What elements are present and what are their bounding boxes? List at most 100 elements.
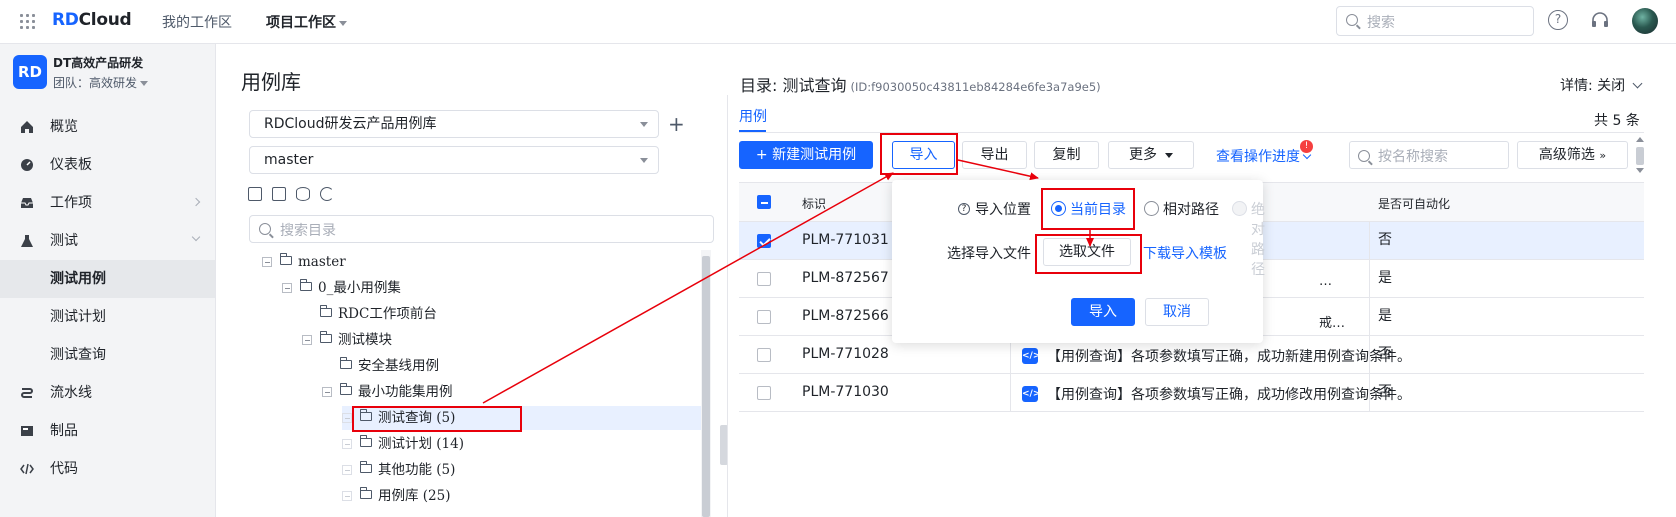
tree-node[interactable]: master	[262, 250, 346, 274]
sidebar-item-test-queries[interactable]: 测试查询	[0, 336, 215, 374]
radio-absolute-path-label: 绝对路径	[1251, 202, 1265, 278]
add-library-button[interactable]: +	[668, 112, 685, 136]
chevron-down-icon	[640, 122, 648, 127]
sidebar-item-pipeline[interactable]: 流水线	[0, 374, 215, 412]
export-button[interactable]: 导出	[962, 141, 1027, 169]
row-checkbox[interactable]	[757, 310, 771, 324]
collapse-icon[interactable]	[322, 386, 332, 397]
table-row[interactable]: PLM-771030 </> 【用例查询】各项参数填写正确，成功修改用例查询条件…	[739, 374, 1644, 412]
leaf-icon	[342, 412, 352, 423]
folder-icon	[360, 435, 372, 447]
dashboard-icon	[21, 159, 33, 171]
double-chevron-down-icon: »	[1599, 149, 1607, 162]
sidebar: RD DT高效产品研发 团队：高效研发 概览 仪表板 工作项 测试 测试用例 测…	[0, 44, 216, 517]
row-checkbox[interactable]	[757, 272, 771, 286]
add-folder-icon[interactable]	[248, 187, 262, 201]
tree-node[interactable]: 安全基线用例	[322, 354, 439, 378]
new-test-case-button[interactable]: + 新建测试用例	[739, 141, 873, 169]
pipeline-icon	[21, 388, 33, 398]
column-header-automatable[interactable]: 是否可自动化	[1378, 195, 1450, 212]
tree-scrollbar[interactable]	[701, 250, 711, 517]
collapse-icon[interactable]	[262, 256, 272, 267]
chevron-down-icon	[640, 158, 648, 163]
sidebar-item-test-cases[interactable]: 测试用例	[0, 260, 215, 298]
flask-icon	[21, 235, 33, 247]
sidebar-item-code[interactable]: 代码	[0, 450, 215, 488]
row-checkbox[interactable]	[757, 234, 771, 248]
confirm-import-button[interactable]: 导入	[1071, 298, 1135, 326]
tree-node[interactable]: 测试模块	[302, 328, 392, 352]
radio-current-directory[interactable]	[1051, 201, 1066, 216]
directory-search-input[interactable]: 搜索目录	[249, 215, 714, 243]
team-selector[interactable]: 团队：高效研发	[53, 74, 149, 91]
directory-title: 目录: 测试查询 (ID:f9030050c43811eb84284e6fe3a7…	[740, 76, 1101, 95]
more-button[interactable]: 更多	[1108, 141, 1194, 169]
view-progress-link[interactable]: 查看操作进度	[1216, 146, 1312, 166]
copy-button[interactable]: 复制	[1034, 141, 1099, 169]
nav-my-workspace[interactable]: 我的工作区	[162, 12, 232, 32]
library-select[interactable]: RDCloud研发云产品用例库	[249, 110, 659, 138]
copy-folder-icon[interactable]	[272, 187, 286, 201]
tree-node[interactable]: 用例库 (25)	[342, 484, 451, 508]
refresh-icon[interactable]	[320, 187, 334, 201]
folder-icon	[340, 383, 352, 395]
leaf-icon	[342, 438, 352, 449]
folder-icon	[360, 409, 372, 421]
tree-node[interactable]: 测试计划 (14)	[342, 432, 464, 456]
name-search-input[interactable]: 按名称搜索	[1349, 141, 1509, 169]
help-icon[interactable]: ?	[1548, 10, 1568, 30]
select-all-checkbox[interactable]	[757, 195, 771, 209]
branch-select[interactable]: master	[249, 146, 659, 174]
sidebar-item-workitems[interactable]: 工作项	[0, 184, 215, 222]
download-template-link[interactable]: 下载导入模板	[1143, 243, 1227, 263]
import-button[interactable]: 导入	[892, 141, 955, 169]
headset-icon[interactable]	[1590, 10, 1610, 30]
choose-file-button[interactable]: 选取文件	[1043, 238, 1131, 266]
project-logo[interactable]: RD	[13, 55, 47, 89]
search-icon	[1358, 150, 1370, 162]
tab-cases[interactable]: 用例	[739, 106, 767, 126]
sidebar-item-artifacts[interactable]: 制品	[0, 412, 215, 450]
cancel-button[interactable]: 取消	[1145, 298, 1209, 326]
search-icon	[1346, 14, 1358, 26]
sidebar-item-test[interactable]: 测试	[0, 222, 215, 260]
question-icon: ?	[958, 203, 970, 215]
rdcloud-logo[interactable]: RDCloud	[52, 10, 132, 30]
row-checkbox[interactable]	[757, 386, 771, 400]
collapse-icon[interactable]	[282, 282, 292, 293]
leaf-icon	[342, 464, 352, 475]
tree-node[interactable]: 最小功能集用例	[322, 380, 453, 404]
tree-node[interactable]: 0_最小用例集	[282, 276, 401, 300]
sidebar-item-dashboard[interactable]: 仪表板	[0, 146, 215, 184]
user-avatar[interactable]	[1632, 8, 1658, 34]
sidebar-item-test-plans[interactable]: 测试计划	[0, 298, 215, 336]
folder-icon	[340, 357, 352, 369]
radio-relative-path[interactable]	[1144, 201, 1159, 216]
directory-tree: master 0_最小用例集 RDC工作项前台 测试模块 安全基线用例 最小功能…	[249, 250, 705, 517]
database-icon[interactable]	[296, 187, 310, 201]
chevron-down-icon	[1632, 78, 1643, 89]
tree-node[interactable]: 其他功能 (5)	[342, 458, 455, 482]
nav-project-workspace[interactable]: 项目工作区	[266, 12, 347, 32]
list-scrollbar[interactable]	[1636, 137, 1644, 173]
library-title: 用例库	[241, 70, 301, 94]
chevron-down-icon	[191, 232, 201, 242]
column-header-id[interactable]: 标识	[802, 195, 826, 212]
advanced-filter-button[interactable]: 高级筛选 »	[1517, 141, 1628, 169]
collapse-icon[interactable]	[302, 334, 312, 345]
radio-relative-path-label[interactable]: 相对路径	[1163, 199, 1219, 219]
global-search-input[interactable]: 搜索	[1336, 6, 1534, 36]
tree-node-selected[interactable]: 测试查询 (5)	[342, 406, 705, 430]
sidebar-item-overview[interactable]: 概览	[0, 108, 215, 146]
top-bar: RDCloud 我的工作区 项目工作区 搜索 ?	[0, 0, 1676, 44]
code-icon	[20, 463, 34, 475]
row-checkbox[interactable]	[757, 348, 771, 362]
app-grid-icon[interactable]	[20, 14, 36, 30]
project-name[interactable]: DT高效产品研发	[53, 54, 143, 71]
folder-icon	[360, 461, 372, 473]
tree-node[interactable]: RDC工作项前台	[302, 302, 437, 326]
inbox-icon	[21, 198, 33, 208]
detail-toggle[interactable]: 详情: 关闭	[1560, 75, 1643, 95]
home-icon	[21, 121, 33, 133]
radio-current-directory-label[interactable]: 当前目录	[1070, 199, 1126, 219]
